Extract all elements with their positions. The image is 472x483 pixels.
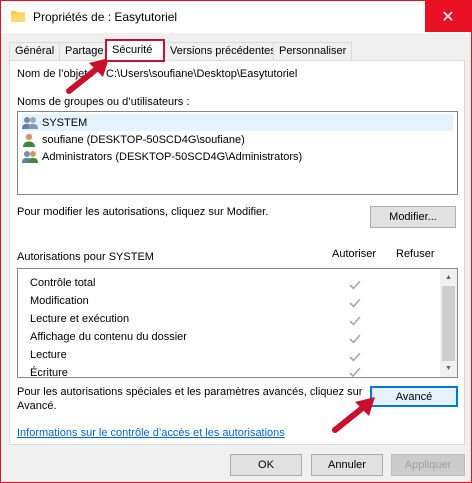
list-item-label: soufiane (DESKTOP-50SCD4G\soufiane) <box>42 133 245 146</box>
scroll-down-icon[interactable]: ▼ <box>440 360 457 377</box>
permission-row-write: Écriture <box>30 367 68 385</box>
security-panel: Nom de l’objet : C:\Users\soufiane\Deskt… <box>9 60 465 445</box>
apply-button[interactable]: Appliquer <box>391 454 465 476</box>
tab-previous-versions[interactable]: Versions précédentes <box>164 42 282 61</box>
allow-column-header: Autoriser <box>332 248 377 260</box>
permission-label: Lecture <box>30 349 67 361</box>
list-item-administrators[interactable]: Administrators (DESKTOP-50SCD4G\Administ… <box>22 148 302 165</box>
groups-label: Noms de groupes ou d’utilisateurs : <box>17 96 190 108</box>
close-icon: ✕ <box>441 8 455 26</box>
folder-icon <box>11 11 25 22</box>
groups-list[interactable]: SYSTEM soufiane (DESKTOP-50SCD4G\soufian… <box>17 111 458 195</box>
permission-row-read-execute: Lecture et exécution <box>30 313 129 331</box>
permission-row-full-control: Contrôle total <box>30 277 95 295</box>
access-control-info-link[interactable]: Informations sur le contrôle d’accès et … <box>17 427 285 439</box>
list-item-soufiane[interactable]: soufiane (DESKTOP-50SCD4G\soufiane) <box>22 131 245 148</box>
scroll-up-icon[interactable]: ▲ <box>440 269 457 286</box>
deny-column-header: Refuser <box>396 248 435 260</box>
advanced-text-line1: Pour les autorisations spéciales et les … <box>17 386 363 398</box>
cancel-button[interactable]: Annuler <box>311 454 383 476</box>
allow-check-icon <box>349 316 361 326</box>
object-name-value: C:\Users\soufiane\Desktop\Easytutoriel <box>106 68 298 80</box>
permission-label: Contrôle total <box>30 277 96 289</box>
permission-label: Lecture et exécution <box>30 313 130 325</box>
scroll-thumb[interactable] <box>442 286 455 361</box>
list-item-label: Administrators (DESKTOP-50SCD4G\Administ… <box>42 150 303 163</box>
modify-text: Pour modifier les autorisations, cliquez… <box>17 206 269 218</box>
tab-security[interactable]: Sécurité <box>105 39 165 62</box>
allow-check-icon <box>349 352 361 362</box>
users-group-icon <box>22 116 38 129</box>
user-icon <box>23 133 35 147</box>
permission-label: Écriture <box>30 367 68 379</box>
advanced-button[interactable]: Avancé <box>370 386 458 407</box>
title-bar[interactable]: Propriétés de : Easytutoriel ✕ <box>1 1 471 33</box>
permissions-list: Contrôle total Modification Lecture et e… <box>17 268 458 379</box>
modify-button[interactable]: Modifier... <box>370 206 456 228</box>
permission-row-read: Lecture <box>30 349 67 367</box>
permission-row-list-folder: Affichage du contenu du dossier <box>30 331 187 349</box>
list-item-label: SYSTEM <box>42 116 88 129</box>
permission-row-modify: Modification <box>30 295 89 313</box>
allow-check-icon <box>349 334 361 344</box>
allow-check-icon <box>349 280 361 290</box>
close-button[interactable]: ✕ <box>425 1 471 32</box>
allow-check-icon <box>349 298 361 308</box>
permission-label: Affichage du contenu du dossier <box>30 331 187 343</box>
users-group-icon <box>22 150 38 163</box>
pointer-arrow-icon <box>332 397 375 433</box>
list-item-system[interactable]: SYSTEM <box>22 114 453 131</box>
permissions-label: Autorisations pour SYSTEM <box>17 251 154 263</box>
ok-button[interactable]: OK <box>230 454 302 476</box>
properties-window: Propriétés de : Easytutoriel ✕ Général P… <box>0 0 472 483</box>
tab-general[interactable]: Général <box>9 42 61 61</box>
tab-customize[interactable]: Personnaliser <box>273 42 353 61</box>
permission-label: Modification <box>30 295 89 307</box>
permissions-scrollbar[interactable]: ▲ ▼ <box>440 269 457 377</box>
window-title: Propriétés de : Easytutoriel <box>33 10 178 24</box>
advanced-text-line2: Avancé. <box>17 400 57 412</box>
allow-check-icon <box>349 368 361 377</box>
